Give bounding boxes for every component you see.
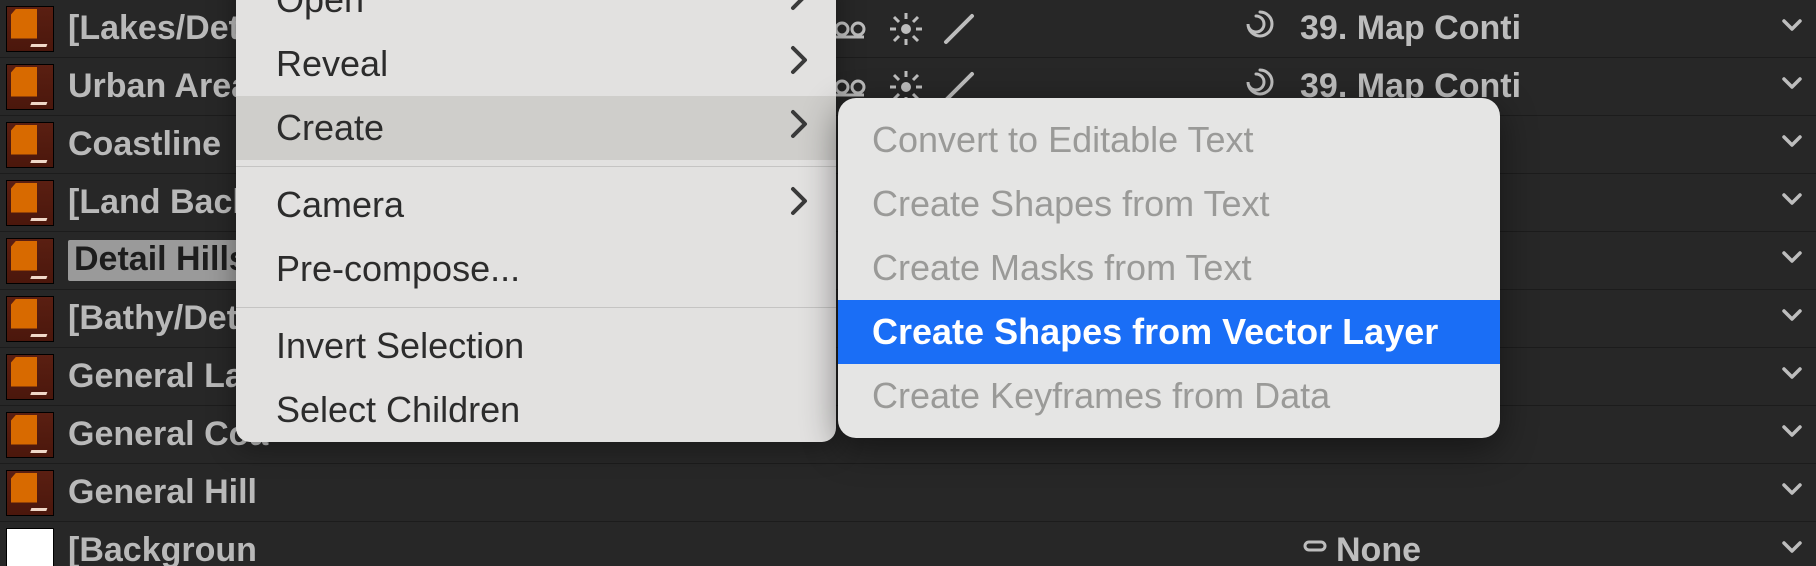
parent-name-label: None	[1336, 531, 1770, 566]
layer-type-icon	[6, 64, 54, 110]
menu-item-label: Create Keyframes from Data	[872, 375, 1330, 417]
chevron-down-icon	[1778, 531, 1806, 566]
layer-switches[interactable]	[830, 9, 1000, 49]
chevron-right-icon	[788, 184, 810, 226]
chevron-right-icon	[788, 107, 810, 149]
chevron-right-icon	[788, 43, 810, 85]
menu-item-select-children[interactable]: Select Children	[236, 378, 836, 442]
menu-item-label: Create Masks from Text	[872, 247, 1251, 289]
parent-pickwhip-icon[interactable]	[1300, 531, 1332, 566]
menu-item-label: Convert to Editable Text	[872, 119, 1254, 161]
layer-switches-row: 39. Map Conti	[830, 0, 1816, 58]
submenu-item-shapes-from-text[interactable]: Create Shapes from Text	[838, 172, 1500, 236]
chevron-down-icon	[1778, 241, 1806, 280]
layer-name-label: [Lakes/Deta	[68, 9, 259, 48]
menu-item-precompose[interactable]: Pre-compose...	[236, 237, 836, 301]
menu-item-camera[interactable]: Camera	[236, 173, 836, 237]
chevron-down-icon	[1778, 183, 1806, 222]
submenu-item-keyframes-from-data[interactable]: Create Keyframes from Data	[838, 364, 1500, 428]
layer-name-label: General Lak	[68, 357, 263, 396]
layer-name-label: Coastline	[68, 125, 221, 164]
frame-blend-icon[interactable]	[942, 12, 976, 46]
parent-name-label: 39. Map Conti	[1300, 9, 1770, 48]
chevron-down-icon	[1778, 473, 1806, 512]
layer-name-label: General Hill	[68, 473, 257, 512]
layer-name-label: [Bathy/Deta	[68, 299, 257, 338]
submenu-item-convert-editable-text[interactable]: Convert to Editable Text	[838, 108, 1500, 172]
motion-blur-icon[interactable]	[1230, 6, 1290, 51]
menu-item-label: Camera	[276, 184, 404, 226]
menu-item-open[interactable]: Open	[236, 0, 836, 32]
menu-separator	[236, 166, 836, 167]
parent-link-dropdown[interactable]: None	[1300, 531, 1816, 566]
menu-item-label: Create Shapes from Vector Layer	[872, 311, 1438, 353]
menu-item-invert-selection[interactable]: Invert Selection	[236, 314, 836, 378]
menu-item-create[interactable]: Create	[236, 96, 836, 160]
layer-type-icon	[6, 122, 54, 168]
layer-type-icon	[6, 6, 54, 52]
layer-type-icon	[6, 528, 54, 566]
submenu-item-shapes-from-vector-layer[interactable]: Create Shapes from Vector Layer	[838, 300, 1500, 364]
submenu-item-masks-from-text[interactable]: Create Masks from Text	[838, 236, 1500, 300]
chevron-down-icon	[1778, 299, 1806, 338]
menu-item-label: Create Shapes from Text	[872, 183, 1270, 225]
layer-type-icon	[6, 470, 54, 516]
chevron-down-icon	[1778, 67, 1806, 106]
menu-item-label: Create	[276, 107, 384, 149]
context-submenu-create: Convert to Editable Text Create Shapes f…	[838, 98, 1500, 438]
chevron-right-icon	[788, 0, 810, 21]
menu-separator	[236, 307, 836, 308]
menu-item-label: Reveal	[276, 43, 388, 85]
chevron-down-icon	[1778, 415, 1806, 454]
layer-type-icon	[6, 412, 54, 458]
menu-item-reveal[interactable]: Reveal	[236, 32, 836, 96]
layer-type-icon	[6, 238, 54, 284]
layer-type-icon	[6, 296, 54, 342]
parent-link-dropdown[interactable]: 39. Map Conti	[1300, 9, 1816, 48]
layer-type-icon	[6, 354, 54, 400]
chevron-down-icon	[1778, 125, 1806, 164]
chevron-down-icon	[1778, 357, 1806, 396]
layer-switches-row	[830, 464, 1816, 522]
collapse-transforms-icon[interactable]	[830, 9, 870, 49]
parent-link-dropdown[interactable]	[1300, 473, 1816, 512]
layer-name-label: [Backgroun	[68, 531, 257, 566]
quality-icon[interactable]	[888, 11, 924, 47]
menu-item-label: Select Children	[276, 389, 520, 431]
layer-type-icon	[6, 180, 54, 226]
layer-switches-row: None	[830, 522, 1816, 566]
menu-item-label: Open	[276, 0, 364, 21]
menu-item-label: Pre-compose...	[276, 248, 520, 290]
context-menu: Open Reveal Create Camera Pre-compose...…	[236, 0, 836, 442]
menu-item-label: Invert Selection	[276, 325, 524, 367]
chevron-down-icon	[1778, 9, 1806, 48]
